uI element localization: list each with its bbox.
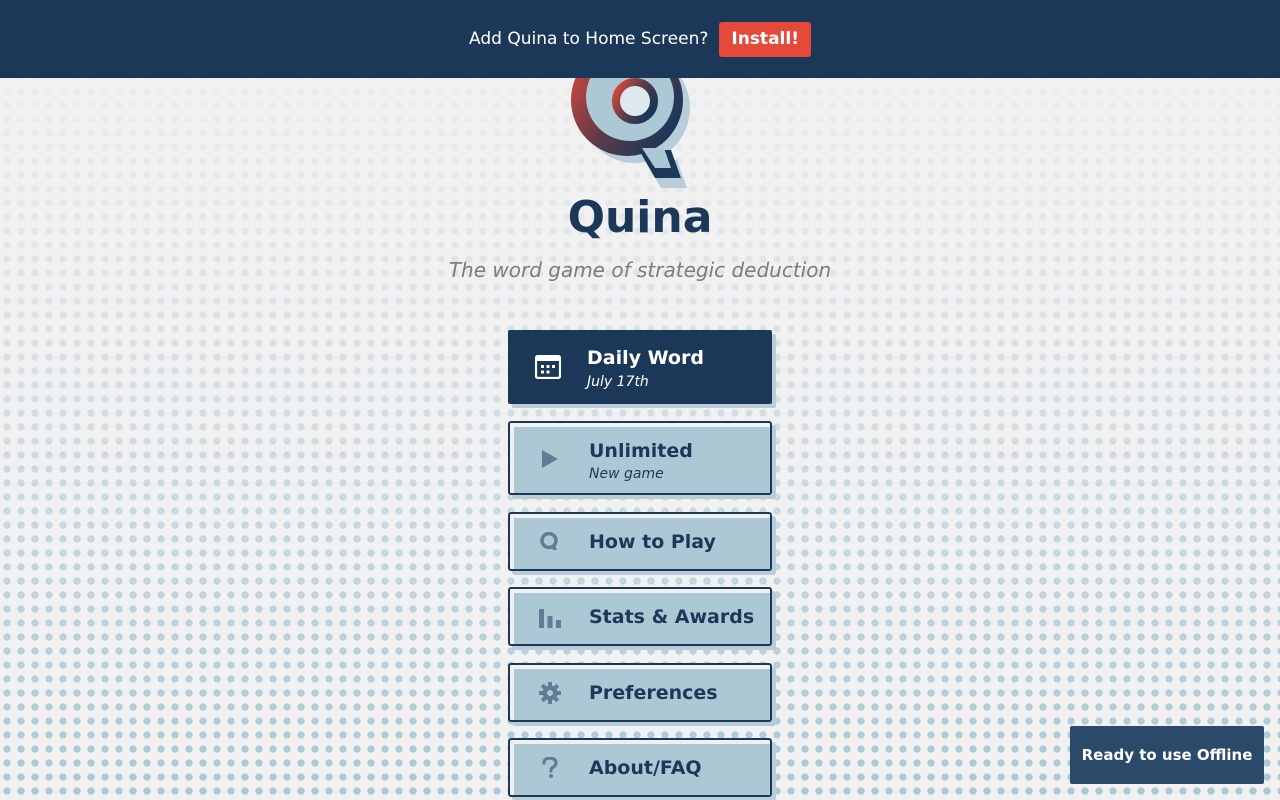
app-tagline: The word game of strategic deduction xyxy=(448,258,832,282)
gear-icon xyxy=(534,677,566,709)
unlimited-label: Unlimited xyxy=(589,440,693,462)
play-icon xyxy=(534,443,566,475)
stats-awards-label: Stats & Awards xyxy=(589,606,755,628)
install-prompt-text: Add Quina to Home Screen? xyxy=(469,29,709,49)
how-to-play-label: How to Play xyxy=(589,531,716,553)
preferences-button[interactable]: Preferences xyxy=(508,663,772,722)
bar-chart-icon xyxy=(534,601,566,633)
install-banner: Add Quina to Home Screen? Install! xyxy=(0,0,1280,78)
q-logo-icon xyxy=(534,526,566,558)
question-mark-icon xyxy=(534,752,566,784)
offline-ready-toast: Ready to use Offline xyxy=(1070,726,1264,784)
unlimited-button[interactable]: Unlimited New game xyxy=(508,421,772,495)
preferences-label: Preferences xyxy=(589,682,718,704)
install-button[interactable]: Install! xyxy=(719,21,811,57)
how-to-play-button[interactable]: How to Play xyxy=(508,512,772,571)
quina-logo-icon xyxy=(571,60,690,188)
daily-word-date: July 17th xyxy=(587,374,649,390)
about-faq-label: About/FAQ xyxy=(589,757,702,779)
offline-ready-text: Ready to use Offline xyxy=(1081,746,1253,764)
about-faq-button[interactable]: About/FAQ xyxy=(508,738,772,797)
calendar-icon xyxy=(532,351,564,383)
daily-word-button[interactable]: Daily Word July 17th xyxy=(508,330,772,404)
daily-word-label: Daily Word xyxy=(587,347,704,369)
app-title: Quina xyxy=(567,192,713,243)
unlimited-sublabel: New game xyxy=(589,466,664,482)
stats-awards-button[interactable]: Stats & Awards xyxy=(508,587,772,646)
